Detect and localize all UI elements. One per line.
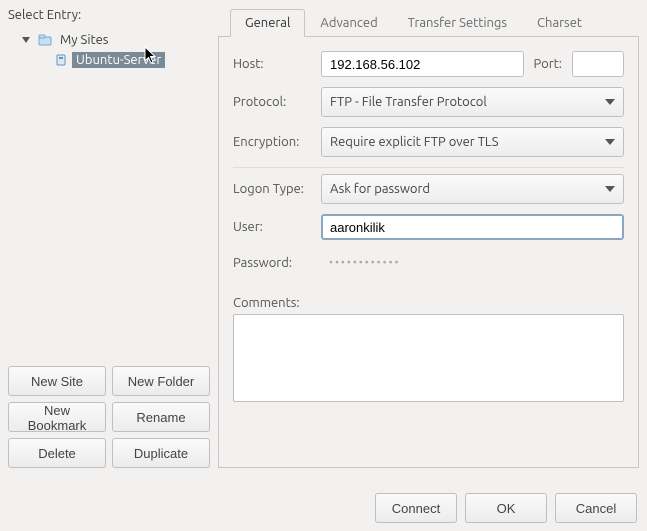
encryption-value: Require explicit FTP over TLS [330, 135, 499, 149]
protocol-select[interactable]: FTP - File Transfer Protocol [321, 87, 624, 117]
user-label: User: [233, 220, 311, 234]
tab-advanced[interactable]: Advanced [305, 9, 392, 37]
site-manager-window: Select Entry: My Sites Ubuntu-Server [0, 0, 647, 531]
top-area: Select Entry: My Sites Ubuntu-Server [8, 8, 639, 468]
tabs-bar: General Advanced Transfer Settings Chars… [218, 8, 639, 37]
rename-button[interactable]: Rename [112, 402, 210, 432]
new-site-button[interactable]: New Site [8, 366, 106, 396]
row-protocol: Protocol: FTP - File Transfer Protocol [233, 87, 624, 117]
server-icon [54, 53, 68, 67]
tree-item-label: Ubuntu-Server [72, 52, 165, 68]
user-input[interactable] [321, 214, 624, 240]
tab-general-body: Host: Port: Protocol: FTP - File Transfe… [218, 37, 639, 468]
protocol-value: FTP - File Transfer Protocol [330, 95, 487, 109]
tab-charset[interactable]: Charset [522, 9, 597, 37]
port-label: Port: [534, 57, 562, 71]
folder-icon [38, 33, 52, 47]
right-panel: General Advanced Transfer Settings Chars… [218, 8, 639, 468]
row-host: Host: Port: [233, 51, 624, 77]
chevron-down-icon [605, 99, 615, 105]
ok-button[interactable]: OK [465, 493, 547, 523]
host-label: Host: [233, 57, 311, 71]
tab-transfer-settings[interactable]: Transfer Settings [393, 9, 522, 37]
sites-tree[interactable]: My Sites Ubuntu-Server [8, 26, 210, 360]
row-logon-type: Logon Type: Ask for password [233, 174, 624, 204]
delete-button[interactable]: Delete [8, 438, 106, 468]
duplicate-button[interactable]: Duplicate [112, 438, 210, 468]
protocol-label: Protocol: [233, 95, 311, 109]
row-user: User: [233, 214, 624, 240]
tree-item-ubuntu-server[interactable]: Ubuntu-Server [12, 50, 210, 70]
cancel-button[interactable]: Cancel [555, 493, 637, 523]
tree-root-label: My Sites [56, 32, 112, 48]
comments-label: Comments: [233, 296, 624, 310]
dialog-buttons: Connect OK Cancel [375, 493, 637, 523]
chevron-down-icon[interactable] [22, 37, 30, 43]
divider [233, 167, 624, 168]
comments-textarea[interactable] [233, 314, 624, 402]
chevron-down-icon [605, 139, 615, 145]
tree-root-my-sites[interactable]: My Sites [12, 30, 210, 50]
host-input[interactable] [321, 51, 524, 77]
password-label: Password: [233, 256, 311, 270]
chevron-down-icon [605, 186, 615, 192]
new-folder-button[interactable]: New Folder [112, 366, 210, 396]
left-panel: Select Entry: My Sites Ubuntu-Server [8, 8, 218, 468]
encryption-select[interactable]: Require explicit FTP over TLS [321, 127, 624, 157]
row-encryption: Encryption: Require explicit FTP over TL… [233, 127, 624, 157]
encryption-label: Encryption: [233, 135, 311, 149]
row-password: Password: •••••••••••• [233, 250, 624, 276]
select-entry-label: Select Entry: [8, 8, 210, 22]
logon-type-select[interactable]: Ask for password [321, 174, 624, 204]
logon-type-label: Logon Type: [233, 182, 311, 196]
logon-type-value: Ask for password [330, 182, 430, 196]
row-comments: Comments: [233, 296, 624, 405]
connect-button[interactable]: Connect [375, 493, 457, 523]
port-input[interactable] [572, 51, 624, 77]
tab-general[interactable]: General [230, 9, 305, 37]
password-input-disabled: •••••••••••• [321, 250, 624, 276]
site-buttons-grid: New Site New Folder New Bookmark Rename … [8, 366, 210, 468]
new-bookmark-button[interactable]: New Bookmark [8, 402, 106, 432]
